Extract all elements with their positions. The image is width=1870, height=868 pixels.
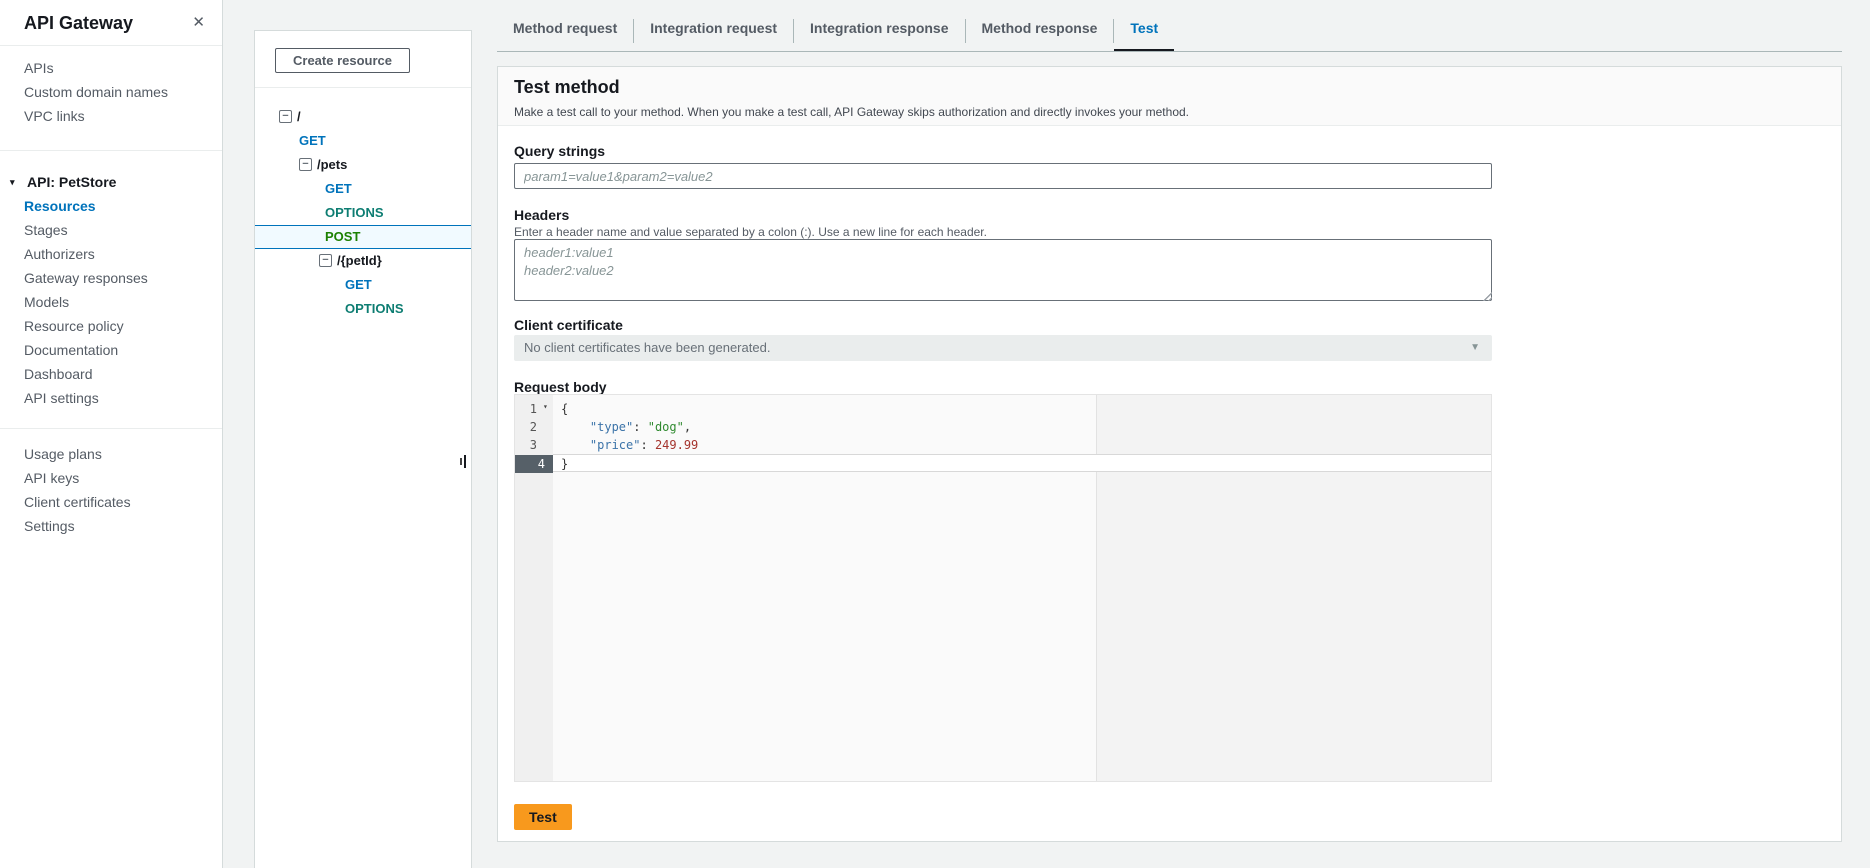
sidebar-item-settings[interactable]: Settings	[0, 514, 222, 538]
sidebar-item-stages[interactable]: Stages	[0, 218, 222, 242]
sidebar-item-api-keys[interactable]: API keys	[0, 466, 222, 490]
app-title: API Gateway	[24, 13, 133, 34]
method-label-post: POST	[325, 229, 360, 244]
card-header: Test method Make a test call to your met…	[498, 67, 1841, 126]
sidebar-top-group: APIs Custom domain names VPC links	[0, 56, 222, 128]
headers-label: Headers	[514, 207, 569, 223]
tab-integration-response[interactable]: Integration response	[794, 10, 964, 52]
sidebar-item-usage-plans[interactable]: Usage plans	[0, 442, 222, 466]
method-label-options: OPTIONS	[345, 301, 404, 316]
tab-test[interactable]: Test	[1114, 10, 1174, 52]
sidebar-item-apis[interactable]: APIs	[0, 56, 222, 80]
tabs-underline	[497, 51, 1842, 52]
tree-node-petid-options[interactable]: OPTIONS	[255, 297, 471, 321]
tree-header: Create resource	[255, 31, 471, 88]
sidebar-item-models[interactable]: Models	[0, 290, 222, 314]
gutter-line-4-active: 4	[515, 455, 553, 473]
collapse-icon[interactable]: −	[299, 158, 312, 171]
sidebar-section-api-petstore[interactable]: ▾ API: PetStore	[0, 170, 222, 194]
chevron-down-icon: ▾	[10, 170, 15, 194]
request-body-label: Request body	[514, 379, 607, 395]
divider	[0, 150, 222, 151]
tree-node-pets-post-selected[interactable]: POST	[255, 225, 471, 249]
headers-textarea[interactable]	[514, 239, 1492, 301]
collapse-icon[interactable]: −	[319, 254, 332, 267]
tree-node-petid-get[interactable]: GET	[255, 273, 471, 297]
method-label-get: GET	[345, 277, 372, 292]
tab-method-request[interactable]: Method request	[497, 10, 633, 52]
method-label-get: GET	[299, 133, 326, 148]
resource-tree-panel: Create resource −/ GET −/pets GET OPTION…	[254, 30, 472, 868]
sidebar-item-api-settings[interactable]: API settings	[0, 386, 222, 410]
tree-node-pets-options[interactable]: OPTIONS	[255, 201, 471, 225]
editor-print-margin	[1096, 395, 1491, 781]
editor-active-line	[553, 454, 1491, 472]
tree-node-root[interactable]: −/	[255, 105, 471, 129]
tree-node-label: /	[297, 109, 301, 124]
sidebar-section-label: API: PetStore	[27, 174, 116, 190]
page-title: Test method	[514, 77, 620, 98]
tree-node-pets[interactable]: −/pets	[255, 153, 471, 177]
fold-arrow-icon[interactable]: ▾	[543, 402, 548, 411]
panel-resize-handle-icon[interactable]	[460, 453, 468, 469]
headers-help-text: Enter a header name and value separated …	[514, 225, 987, 239]
gutter-line-1: 1	[515, 400, 545, 418]
tab-integration-request[interactable]: Integration request	[634, 10, 793, 52]
sidebar-item-vpc-links[interactable]: VPC links	[0, 104, 222, 128]
sidebar-item-resource-policy[interactable]: Resource policy	[0, 314, 222, 338]
client-certificate-label: Client certificate	[514, 317, 623, 333]
tree-node-pets-get[interactable]: GET	[255, 177, 471, 201]
sidebar-item-authorizers[interactable]: Authorizers	[0, 242, 222, 266]
gutter-line-2: 2	[515, 418, 545, 436]
main-content: Method request Integration request Integ…	[497, 0, 1843, 868]
sidebar-item-dashboard[interactable]: Dashboard	[0, 362, 222, 386]
tree-node-label: /pets	[317, 157, 347, 172]
client-certificate-value: No client certificates have been generat…	[524, 340, 770, 355]
close-icon[interactable]: ✕	[192, 13, 205, 31]
tab-method-response[interactable]: Method response	[966, 10, 1114, 52]
page-description: Make a test call to your method. When yo…	[514, 105, 1189, 119]
query-strings-input[interactable]	[514, 163, 1492, 189]
tree-node-root-get[interactable]: GET	[255, 129, 471, 153]
method-tabs: Method request Integration request Integ…	[497, 10, 1174, 52]
client-certificate-select[interactable]: No client certificates have been generat…	[514, 335, 1492, 361]
sidebar: API Gateway ✕ APIs Custom domain names V…	[0, 0, 223, 868]
sidebar-item-resources[interactable]: Resources	[0, 194, 222, 218]
code-line-4: }	[561, 455, 568, 473]
sidebar-header: API Gateway ✕	[0, 0, 222, 46]
chevron-down-icon: ▼	[1470, 336, 1480, 360]
request-body-editor[interactable]: 1 ▾ 2 3 4 { "type": "dog", "price": 249.…	[514, 394, 1492, 782]
resource-tree: −/ GET −/pets GET OPTIONS POST −/{petId}…	[255, 105, 471, 321]
divider	[0, 428, 222, 429]
test-button[interactable]: Test	[514, 804, 572, 830]
code-line-1: {	[561, 400, 568, 418]
sidebar-bottom-group: Usage plans API keys Client certificates…	[0, 442, 222, 538]
tree-node-petid[interactable]: −/{petId}	[255, 249, 471, 273]
tree-node-label: /{petId}	[337, 253, 382, 268]
code-line-2: "type": "dog",	[561, 418, 691, 436]
method-label-options: OPTIONS	[325, 205, 384, 220]
create-resource-button[interactable]: Create resource	[275, 48, 410, 73]
sidebar-item-gateway-responses[interactable]: Gateway responses	[0, 266, 222, 290]
gutter-line-3: 3	[515, 436, 545, 454]
query-strings-label: Query strings	[514, 143, 605, 159]
sidebar-item-documentation[interactable]: Documentation	[0, 338, 222, 362]
sidebar-api-group: Resources Stages Authorizers Gateway res…	[0, 194, 222, 410]
collapse-icon[interactable]: −	[279, 110, 292, 123]
test-method-card: Test method Make a test call to your met…	[497, 66, 1842, 842]
code-line-3: "price": 249.99	[561, 436, 698, 454]
sidebar-item-custom-domain-names[interactable]: Custom domain names	[0, 80, 222, 104]
sidebar-item-client-certificates[interactable]: Client certificates	[0, 490, 222, 514]
method-label-get: GET	[325, 181, 352, 196]
